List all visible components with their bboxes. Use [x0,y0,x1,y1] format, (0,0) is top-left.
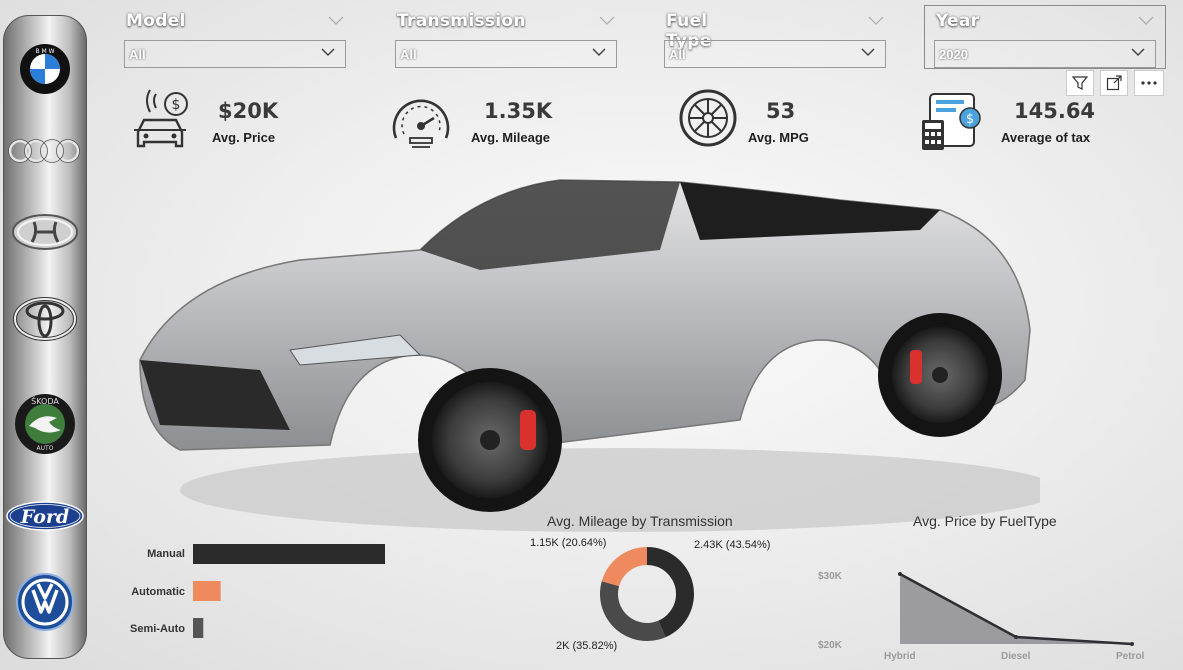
mileage-donut-chart [600,547,694,641]
price-area-chart [898,572,1134,646]
brand-ford-button[interactable]: Ford [5,500,85,537]
chevron-down-icon[interactable] [1138,16,1154,26]
price-point-hybrid[interactable] [898,572,902,576]
avg-mpg-value: 53 [766,99,796,123]
price-point-petrol[interactable] [1130,642,1134,646]
year-slicer-title: Year [936,11,980,31]
focus-mode-button[interactable] [1100,70,1128,96]
avg-price-value: $20K [218,99,279,123]
y-tick-30k: $30K [818,571,842,582]
donut-label-automatic: 2K (35.82%) [556,640,618,652]
model-dropdown-value: All [129,47,146,62]
brand-audi-button[interactable] [7,138,83,169]
donut-slice-automatic[interactable] [600,581,666,641]
svg-text:$: $ [172,97,181,113]
vw-logo-icon [16,573,74,631]
x-tick-diesel: Diesel [1001,651,1031,662]
front-wheel [418,368,562,512]
bmw-logo-text: B M W [35,48,54,55]
chevron-down-icon [861,48,875,57]
donut-label-semi-auto: 1.15K (20.64%) [530,537,607,549]
hyundai-logo-icon [12,214,78,250]
chevron-down-icon[interactable] [868,16,884,26]
mileage-donut-title: Avg. Mileage by Transmission [547,513,733,529]
skoda-logo-text: ŠKODA [31,395,59,406]
avg-mileage-value: 1.35K [484,99,553,123]
bar-semi-auto[interactable] [193,618,204,638]
model-dropdown[interactable]: All [124,40,346,68]
price-area-fill [900,574,1132,644]
skoda-auto-text: AUTO [37,445,54,452]
focus-mode-icon [1106,75,1122,91]
car-price-icon: $ [134,89,188,148]
bar-label-manual: Manual [147,548,185,560]
model-slicer-title: Model [126,11,186,31]
more-options-icon [1141,81,1157,85]
convertible-car-image [139,179,1040,532]
year-dropdown[interactable]: 2020 [934,40,1156,68]
svg-text:$: $ [966,112,974,127]
chevron-down-icon[interactable] [599,16,615,26]
bar-label-automatic: Automatic [131,586,185,598]
bmw-logo-icon: B M W [20,44,70,94]
brand-hyundai-button[interactable] [10,212,80,257]
price-area-title: Avg. Price by FuelType [913,513,1057,529]
bar-manual[interactable] [193,544,385,564]
rear-wheel [878,313,1002,437]
brand-volkswagen-button[interactable] [15,572,75,637]
donut-label-manual: 2.43K (43.54%) [694,539,771,551]
chevron-down-icon [321,48,335,57]
transmission-dropdown-value: All [400,47,417,62]
bar-label-semi-auto: Semi-Auto [130,623,185,635]
avg-mpg-label: Avg. MPG [748,130,809,145]
price-point-diesel[interactable] [1014,635,1018,639]
donut-slice-semi-auto[interactable] [601,547,647,587]
ford-logo-text: Ford [20,506,69,528]
transmission-bars [193,544,385,638]
tire-icon [679,89,737,147]
avg-tax-label: Average of tax [1001,130,1091,145]
avg-mileage-label: Avg. Mileage [471,130,550,145]
brand-toyota-button[interactable] [12,296,78,347]
transmission-slicer-title: Transmission [397,11,526,31]
chevron-down-icon [592,48,606,57]
speedometer-icon [392,99,450,148]
brand-skoda-button[interactable]: ŠKODA AUTO [13,392,77,461]
x-tick-hybrid: Hybrid [884,651,916,662]
tax-calculator-icon: $ [922,93,981,150]
more-options-button[interactable] [1134,70,1164,96]
audi-logo-icon [8,139,80,163]
filter-icon [1072,76,1088,90]
skoda-logo-icon: ŠKODA AUTO [15,394,75,454]
filter-button[interactable] [1066,70,1094,96]
ford-logo-icon: Ford [6,501,84,531]
toyota-logo-icon [13,297,77,341]
chevron-down-icon[interactable] [328,16,344,26]
brand-bmw-button[interactable]: B M W [19,43,71,100]
y-tick-20k: $20K [818,640,842,651]
avg-price-label: Avg. Price [212,130,276,145]
fuel-type-dropdown-value: All [669,47,686,62]
avg-tax-value: 145.64 [1014,99,1096,123]
brand-sidebar: B M W ŠKODA AUTO Ford [3,15,87,659]
x-tick-petrol: Petrol [1116,651,1145,662]
transmission-dropdown[interactable]: All [395,40,617,68]
bar-automatic[interactable] [193,581,221,601]
fuel-type-dropdown[interactable]: All [664,40,886,68]
chevron-down-icon [1131,48,1145,57]
year-dropdown-value: 2020 [939,47,968,62]
